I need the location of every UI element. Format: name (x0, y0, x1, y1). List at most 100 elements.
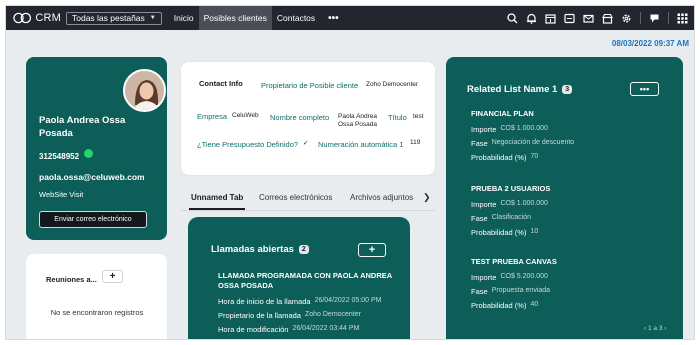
activity-icon (564, 13, 575, 23)
related-field-row: Fase Propuesta enviada (471, 287, 550, 296)
crm-logo[interactable]: CRM (13, 11, 61, 25)
divider (668, 12, 669, 24)
chevron-right-icon[interactable]: › (662, 325, 666, 332)
call-field-row: Hora de modificación 26/04/2022 03:44 PM (218, 325, 359, 334)
app-frame: CRM Todas las pestañas ▼ Inicio Posibles… (5, 5, 695, 340)
marketplace-button[interactable] (598, 6, 617, 30)
meetings-card: Reuniones a... + No se encontraron regis… (26, 254, 167, 339)
call-field-row: Propietario de la llamada Zoho Democente… (218, 311, 361, 320)
related-field-row: Fase Clasificación (471, 214, 531, 223)
mail-button[interactable] (579, 6, 598, 30)
owner-value[interactable]: Zoho Democenter (366, 81, 418, 88)
main-nav: Inicio Posibles clientes Contactos ••• (169, 6, 347, 30)
related-field-label: Fase (471, 287, 488, 296)
calendar-button[interactable] (541, 6, 560, 30)
related-field-label: Fase (471, 214, 488, 223)
related-field-label: Importe (471, 273, 497, 282)
lead-email[interactable]: paola.ossa@celuweb.com (39, 172, 145, 182)
related-record-title[interactable]: TEST PRUEBA CANVAS (471, 257, 557, 266)
related-record-title[interactable]: PRUEBA 2 USUARIOS (471, 184, 550, 193)
lead-website[interactable]: WebSite Visit (39, 190, 83, 199)
related-field-value: CO$ 5.200.000 (500, 273, 548, 280)
open-calls-title-row: Llamadas abiertas 2 (211, 244, 309, 255)
related-pagination[interactable]: ‹ 1 a 3 › (644, 325, 666, 332)
call-field-label: Hora de modificación (218, 325, 289, 334)
feedback-icon (650, 14, 659, 22)
related-field-value: Clasificación (491, 214, 531, 221)
call-field-value: 26/04/2022 05:00 PM (314, 297, 382, 304)
call-subject[interactable]: LLAMADA PROGRAMADA CON PAOLA ANDREA OSSA… (218, 271, 393, 291)
nav-home[interactable]: Inicio (169, 6, 199, 30)
avatar[interactable] (123, 69, 166, 112)
call-field-value: Zoho Democenter (304, 311, 361, 318)
tabs-dropdown[interactable]: Todas las pestañas ▼ (66, 11, 162, 25)
fullname-label: Nombre completo (270, 113, 330, 122)
related-list-card: Related List Name 1 3 ••• FINANCIAL PLAN… (446, 57, 683, 339)
settings-button[interactable] (617, 6, 636, 30)
gear-icon (622, 14, 631, 22)
related-list-title: Related List Name 1 (467, 84, 558, 95)
company-label: Empresa (197, 112, 228, 121)
meetings-empty-message: No se encontraron registros (50, 308, 144, 317)
divider (640, 12, 641, 24)
whatsapp-icon[interactable] (84, 149, 94, 158)
search-button[interactable] (503, 6, 522, 30)
related-tabs: Unnamed Tab Correos electrónicos Archivo… (181, 185, 435, 211)
related-field-label: Probabilidad (%) (471, 153, 527, 162)
add-call-button[interactable]: + (358, 243, 386, 257)
related-field-value: 40 (530, 301, 539, 308)
open-calls-card: Llamadas abiertas 2 + LLAMADA PROGRAMADA… (188, 217, 410, 339)
add-meeting-button[interactable]: + (102, 270, 123, 283)
related-field-row: Probabilidad (%) 10 (471, 228, 538, 237)
app-name: CRM (35, 12, 61, 24)
profile-card: Paola Andrea Ossa Posada 312548952 paola… (26, 57, 167, 240)
tab-emails[interactable]: Correos electrónicos (259, 193, 332, 202)
related-field-value: Negociación de descuento (491, 139, 575, 146)
tab-unnamed[interactable]: Unnamed Tab (191, 193, 243, 202)
related-field-label: Importe (471, 200, 497, 209)
meetings-title: Reuniones a... (46, 275, 97, 284)
related-field-row: Probabilidad (%) 70 (471, 153, 538, 162)
contact-info-heading: Contact Info (199, 79, 243, 88)
related-record-title[interactable]: FINANCIAL PLAN (471, 109, 534, 118)
related-field-row: Probabilidad (%) 40 (471, 301, 538, 310)
related-field-label: Probabilidad (%) (471, 301, 527, 310)
open-calls-title: Llamadas abiertas (211, 244, 294, 255)
apps-button[interactable] (673, 6, 692, 30)
calendar-icon (545, 13, 556, 24)
topbar-icons (503, 6, 694, 30)
mail-icon (583, 14, 594, 23)
lead-name: Paola Andrea Ossa Posada (39, 115, 126, 139)
company-value[interactable]: CeluWeb (232, 112, 259, 119)
nav-contacts[interactable]: Contactos (272, 6, 320, 30)
nav-leads[interactable]: Posibles clientes (198, 6, 272, 30)
budget-value[interactable]: ✓ (303, 139, 308, 147)
lead-phone-text: 312548952 (39, 152, 80, 161)
fullname-value[interactable]: Paola Andrea Ossa Posada (338, 113, 390, 129)
related-field-value: 70 (530, 153, 539, 160)
related-list-title-row: Related List Name 1 3 (467, 84, 573, 95)
tab-attachments[interactable]: Archivos adjuntos (350, 193, 413, 202)
lead-phone[interactable]: 312548952 (39, 149, 94, 161)
send-email-button[interactable]: Enviar correo electrónico (39, 211, 147, 228)
owner-label: Propietario de Posible cliente (261, 81, 359, 90)
related-field-row: Importe CO$ 5.200.000 (471, 273, 548, 282)
notifications-button[interactable] (522, 6, 541, 30)
title-value[interactable]: test (413, 113, 423, 120)
chevron-right-icon[interactable]: ❯ (423, 192, 431, 203)
call-field-label: Hora de inicio de la llamada (218, 297, 311, 306)
related-field-value: 10 (530, 228, 539, 235)
related-list-more-button[interactable]: ••• (630, 82, 659, 96)
search-icon (507, 12, 518, 23)
current-datetime: 08/03/2022 09:37 AM (611, 39, 689, 48)
title-label: Título (388, 113, 407, 122)
avatar-photo (125, 71, 164, 110)
more-nav-button[interactable]: ••• (320, 6, 347, 30)
related-field-value: Propuesta enviada (491, 287, 551, 294)
feedback-button[interactable] (645, 6, 664, 30)
call-field-value: 26/04/2022 03:44 PM (292, 325, 360, 332)
related-field-row: Importe CO$ 1.000.000 (471, 125, 548, 134)
related-field-value: CO$ 1.000.000 (500, 200, 548, 207)
activity-button[interactable] (560, 6, 579, 30)
tabs-dropdown-label: Todas las pestañas (72, 13, 145, 23)
